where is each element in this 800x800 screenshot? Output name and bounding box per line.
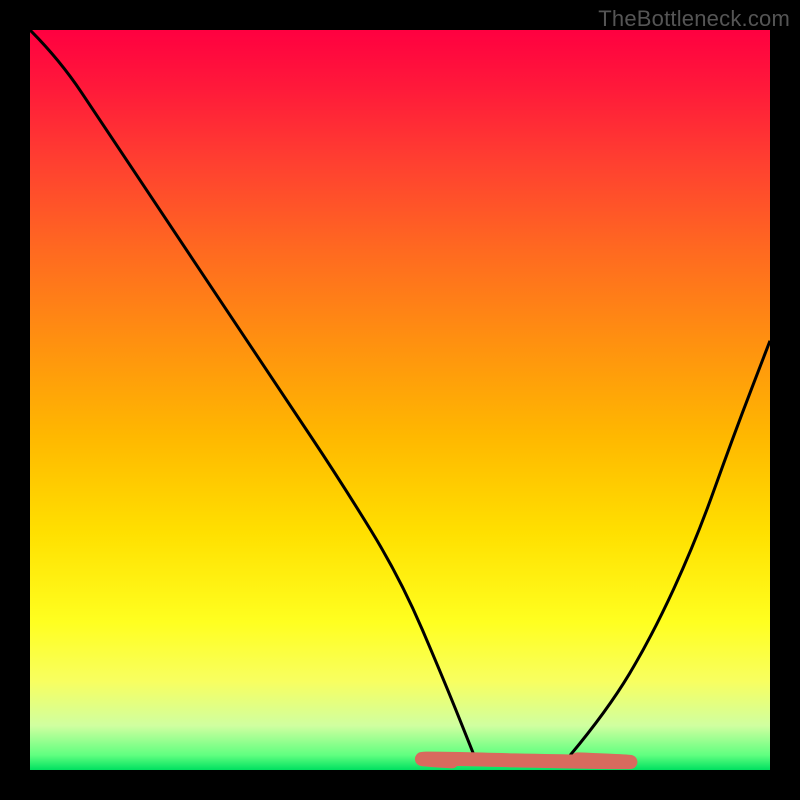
watermark-text: TheBottleneck.com xyxy=(598,6,790,32)
marker-band xyxy=(422,759,630,763)
left-descent-curve xyxy=(30,30,474,755)
plot-area xyxy=(30,30,770,770)
chart-svg xyxy=(30,30,770,770)
chart-frame: TheBottleneck.com xyxy=(0,0,800,800)
right-ascent-curve xyxy=(570,341,770,755)
